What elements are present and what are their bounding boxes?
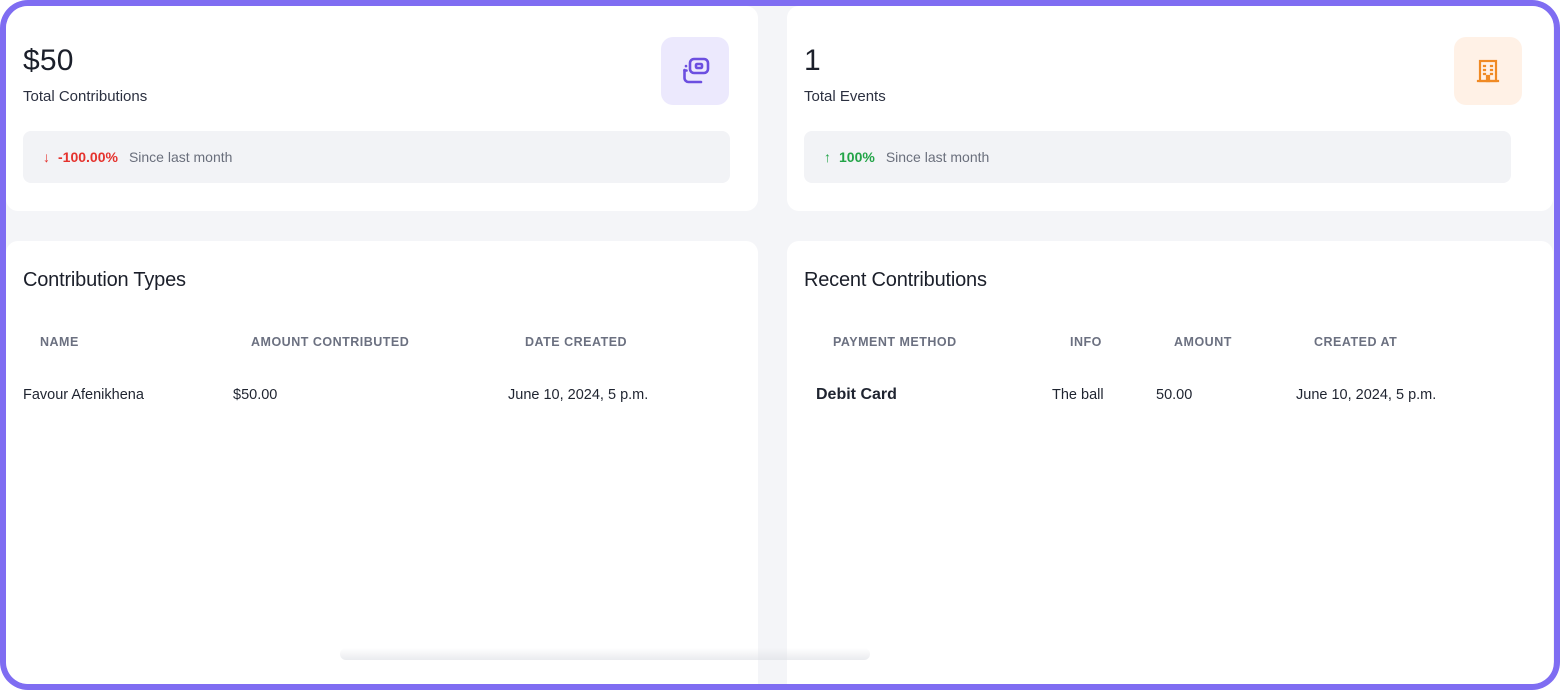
events-trend-note: Since last month: [885, 149, 990, 165]
arrow-up-icon: ↑: [824, 149, 831, 165]
events-trend: ↑ 100% Since last month: [804, 131, 1511, 183]
column-header-created-at: CREATED AT: [1314, 335, 1398, 349]
building-icon-box: [1454, 37, 1522, 105]
column-header-name: NAME: [40, 335, 79, 349]
column-header-date-created: DATE CREATED: [525, 335, 628, 349]
contributions-trend: ↓ -100.00% Since last month: [23, 131, 730, 183]
arrow-down-icon: ↓: [43, 149, 50, 165]
contributions-trend-note: Since last month: [128, 149, 233, 165]
column-header-payment-method: PAYMENT METHOD: [833, 335, 957, 349]
total-events-label: Total Events: [804, 88, 886, 105]
cell-name: Favour Afenikhena: [23, 387, 144, 403]
column-header-amount-contributed: AMOUNT CONTRIBUTED: [251, 335, 410, 349]
cell-created-at: June 10, 2024, 5 p.m.: [1296, 387, 1437, 403]
column-header-info: INFO: [1070, 335, 1102, 349]
cell-amount: $50.00: [233, 387, 278, 403]
cell-date: June 10, 2024, 5 p.m.: [508, 387, 649, 403]
dashboard: $50 Total Contributions ↓ -100.00% Since…: [6, 6, 1554, 684]
app-frame: $50 Total Contributions ↓ -100.00% Since…: [0, 0, 1560, 690]
cell-info: The ball: [1052, 387, 1104, 403]
contributions-trend-percent: -100.00%: [58, 149, 118, 165]
total-events-card: 1 Total Events ↑ 100% Since last month: [787, 6, 1553, 211]
bottom-shadow: [340, 648, 870, 660]
column-header-amount: AMOUNT: [1174, 335, 1232, 349]
cell-amount: 50.00: [1156, 387, 1193, 403]
cash-stack-icon: [683, 57, 710, 84]
total-contributions-value: $50: [23, 44, 74, 77]
contribution-types-card: Contribution Types NAME AMOUNT CONTRIBUT…: [6, 241, 758, 684]
building-icon: [1476, 59, 1500, 83]
cash-stack-icon-box: [661, 37, 729, 105]
total-events-value: 1: [804, 44, 821, 77]
recent-contributions-card: Recent Contributions PAYMENT METHOD INFO…: [787, 241, 1553, 684]
cell-payment-method: Debit Card: [816, 386, 897, 403]
contribution-types-title: Contribution Types: [23, 269, 186, 291]
total-contributions-card: $50 Total Contributions ↓ -100.00% Since…: [6, 6, 758, 211]
total-contributions-label: Total Contributions: [23, 88, 148, 105]
recent-contributions-title: Recent Contributions: [804, 269, 987, 291]
events-trend-percent: 100%: [839, 149, 875, 165]
